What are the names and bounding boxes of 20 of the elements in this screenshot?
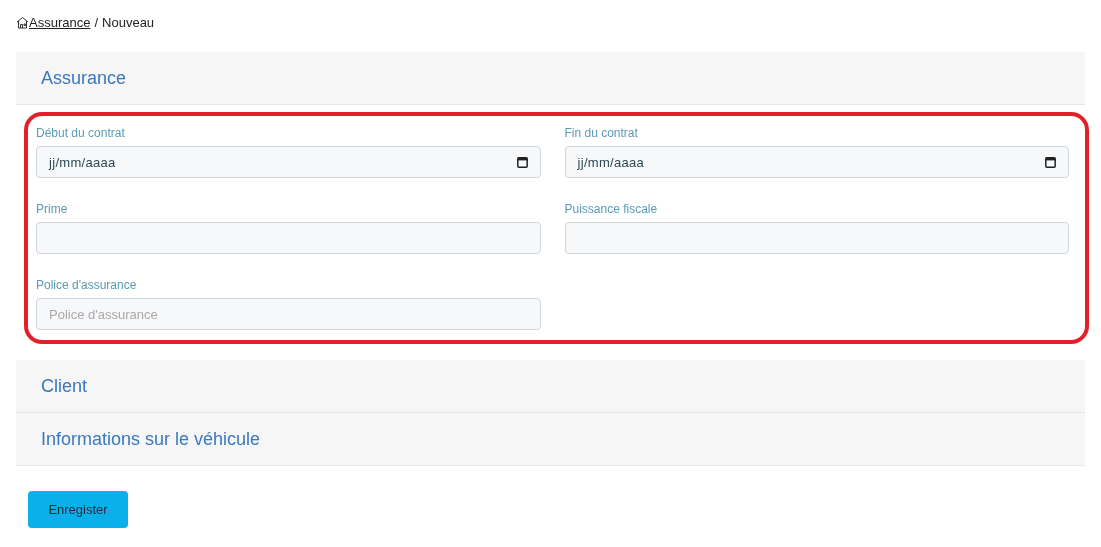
section-title[interactable]: Assurance xyxy=(41,67,127,89)
field-label: Début du contrat xyxy=(36,126,126,140)
calendar-icon[interactable] xyxy=(1045,156,1056,168)
breadcrumb-link[interactable]: Assurance xyxy=(16,14,91,30)
field-label: Fin du contrat xyxy=(564,126,639,140)
date-field[interactable]: jj/mm/aaaa xyxy=(36,146,541,178)
breadcrumb-current: Nouveau xyxy=(102,14,155,30)
house-icon xyxy=(16,15,29,29)
date-field[interactable]: jj/mm/aaaa xyxy=(564,146,1069,178)
field-label: Puissance fiscale xyxy=(564,202,659,216)
field-label: Prime xyxy=(36,202,69,216)
input-field[interactable]: Police d'assurance xyxy=(36,298,541,330)
input-field[interactable] xyxy=(36,222,541,254)
breadcrumb-separator: / xyxy=(94,14,99,30)
section-title[interactable]: Informations sur le véhicule xyxy=(41,428,261,450)
save-button[interactable]: Enregister xyxy=(28,491,128,528)
section-title[interactable]: Client xyxy=(41,375,88,397)
field-label: Police d'assurance xyxy=(36,278,138,292)
calendar-icon[interactable] xyxy=(516,156,528,168)
input-field[interactable] xyxy=(564,222,1069,254)
